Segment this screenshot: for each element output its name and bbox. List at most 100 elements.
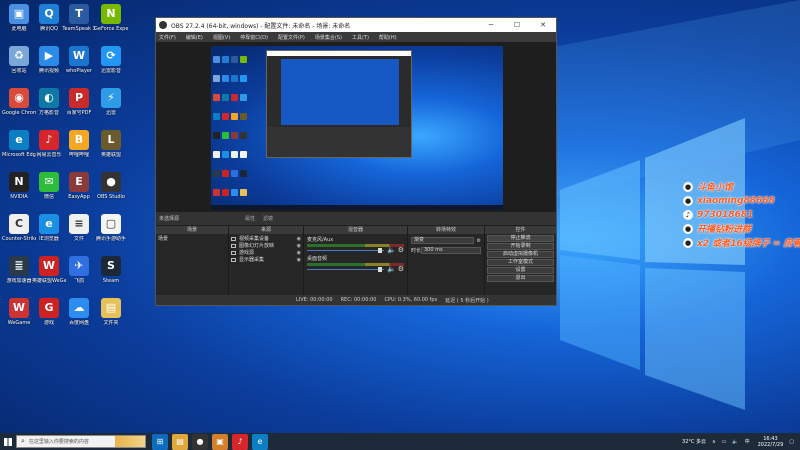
taskbar-game-app[interactable]: ▣ (212, 433, 228, 450)
desktop-icon[interactable]: e Microsoft Edge (2, 128, 36, 172)
eye-icon[interactable]: ◉ (297, 257, 301, 263)
desktop-icon[interactable]: ● OBS Studio (94, 170, 128, 214)
volume-icon[interactable]: 🔈 (732, 439, 738, 445)
taskbar-store-app[interactable]: ⊞ (152, 433, 168, 450)
close-icon[interactable]: ✕ (530, 21, 556, 29)
menu-tools[interactable]: 工具(T) (352, 34, 369, 41)
app-icon: S (101, 256, 121, 276)
scene-item[interactable]: 场景 (158, 235, 226, 242)
transition-select[interactable]: 渐变 (411, 237, 474, 244)
desktop-icon[interactable]: C Counter-Strike (2, 212, 36, 256)
gear-icon[interactable]: ⚙ (398, 246, 404, 254)
desktop-icon[interactable]: ▢ 腾讯手游助手 (94, 212, 128, 256)
obs-preview[interactable] (156, 42, 556, 230)
eye-icon[interactable]: ◉ (297, 250, 301, 256)
app-icon: ≡ (69, 214, 89, 234)
desktop-icon-label: 英雄联盟 (100, 152, 121, 158)
desktop-icon[interactable]: ◉ Google Chrome (2, 86, 36, 130)
desktop-icon[interactable]: G 游戏 (32, 296, 66, 340)
gear-icon[interactable]: ⚙ (398, 265, 404, 273)
obs-window[interactable]: OBS 27.2.4 (64-bit, windows) - 配置文件: 未命名… (155, 17, 557, 306)
taskbar-netease-app[interactable]: ♪ (232, 433, 248, 450)
menu-profile[interactable]: 配置文件(P) (278, 34, 305, 41)
desktop-volume-slider[interactable]: 🔈 ⚙ (307, 265, 404, 273)
source-item[interactable]: 视频采集设备 ◉ (231, 235, 301, 242)
preview-mini-icon (222, 151, 229, 158)
app-icon: G (39, 298, 59, 318)
filters-button[interactable]: 滤镜 (263, 215, 273, 222)
app-icon: L (101, 130, 121, 150)
desktop-icon[interactable]: P 百家号PDF (62, 86, 96, 130)
obs-titlebar[interactable]: OBS 27.2.4 (64-bit, windows) - 配置文件: 未命名… (156, 18, 556, 32)
desktop-icon[interactable]: ⚡ 迅雷 (94, 86, 128, 130)
desktop-icon[interactable]: ▤ 文件夹 (94, 296, 128, 340)
menu-docks[interactable]: 停靠窗口(D) (240, 34, 268, 41)
tray-chevron-icon[interactable]: ∧ (712, 439, 716, 445)
source-item[interactable]: 游戏源 ◉ (231, 249, 301, 256)
exit-button[interactable]: 退出 (487, 275, 554, 282)
taskbar-obs-app[interactable]: ● (192, 433, 208, 450)
stop-streaming-button[interactable]: 停止推流 (487, 235, 554, 242)
speaker-icon[interactable]: 🔈 (387, 265, 396, 273)
preview-mini-icon (240, 94, 247, 101)
notification-icon[interactable]: ▢ (789, 439, 794, 445)
duration-input[interactable]: 300 ms (421, 247, 481, 254)
desktop-icon[interactable]: B 哔哩哔哩 (62, 128, 96, 172)
start-recording-button[interactable]: 开始录制 (487, 243, 554, 250)
preview-mini-icon (213, 113, 220, 120)
desktop-icon-label: NVIDIA (10, 194, 28, 200)
menu-view[interactable]: 视图(V) (213, 34, 230, 41)
mic-volume-slider[interactable]: 🔈 ⚙ (307, 246, 404, 254)
source-item[interactable]: 图像幻灯片放映 ◉ (231, 242, 301, 249)
menu-scene-collection[interactable]: 场景集合(S) (315, 34, 342, 41)
gear-icon[interactable]: ⚙ (477, 238, 481, 244)
speaker-icon[interactable]: 🔈 (387, 246, 396, 254)
desktop-icon-label: 文件 (73, 236, 84, 242)
windows-icon (4, 437, 12, 446)
studio-mode-button[interactable]: 工作室模式 (487, 259, 554, 266)
desktop-icon[interactable]: ✈ 飞鸽 (62, 254, 96, 298)
taskbar-clock[interactable]: 16:43 2022/7/29 (758, 436, 784, 448)
desktop-icon[interactable]: ▣ 此电脑 (2, 2, 36, 46)
menu-help[interactable]: 帮助(H) (379, 34, 397, 41)
desktop-icon[interactable]: E EasyApp (62, 170, 96, 214)
taskbar-edge-app[interactable]: e (252, 433, 268, 450)
desktop-icon[interactable]: ≡ 文件 (62, 212, 96, 256)
desktop-icon[interactable]: N GeForce Experience (94, 2, 128, 46)
desktop-icon[interactable]: ⟳ 迅雷影音 (94, 44, 128, 88)
desktop-icon[interactable]: T TeamSpeak 3 (62, 2, 96, 46)
desktop-icon[interactable]: ✉ 微信 (32, 170, 66, 214)
desktop-icon[interactable]: N NVIDIA (2, 170, 36, 214)
eye-icon[interactable]: ◉ (297, 236, 301, 242)
desktop-icon-label: Counter-Strike (2, 236, 36, 242)
desktop-icon[interactable]: W 英雄联盟WeGame (32, 254, 66, 298)
start-button[interactable] (0, 433, 16, 450)
settings-button[interactable]: 设置 (487, 267, 554, 274)
input-language[interactable]: 中 (745, 438, 750, 445)
eye-icon[interactable]: ◉ (297, 243, 301, 249)
desktop-icon[interactable]: ♪ 网易云音乐 (32, 128, 66, 172)
maximize-icon[interactable]: ☐ (504, 21, 530, 29)
desktop-icon[interactable]: S Steam (94, 254, 128, 298)
desktop-icon[interactable]: e IE浏览器 (32, 212, 66, 256)
desktop-icon[interactable]: L 英雄联盟 (94, 128, 128, 172)
taskbar-folder-app[interactable]: ▤ (172, 433, 188, 450)
source-item[interactable]: 显示器采集 ◉ (231, 256, 301, 263)
desktop-icon[interactable]: ◐ 方格影音 (32, 86, 66, 130)
desktop-icon[interactable]: ☁ 百度网盘 (62, 296, 96, 340)
desktop-icon[interactable]: ≣ 游戏加速器 (2, 254, 36, 298)
minimize-icon[interactable]: ─ (478, 21, 504, 29)
desktop-icon[interactable]: WwhoPlayer (62, 44, 96, 88)
desktop-icon[interactable]: ▶ 腾讯视频 (32, 44, 66, 88)
taskbar-search[interactable]: ⌕ 在这里输入你要搜索的内容 (16, 435, 146, 448)
menu-edit[interactable]: 编辑(E) (186, 34, 203, 41)
app-icon: ✈ (69, 256, 89, 276)
menu-file[interactable]: 文件(F) (159, 34, 176, 41)
desktop-icon[interactable]: Q 腾讯QQ (32, 2, 66, 46)
desktop-icon[interactable]: ♻ 回收站 (2, 44, 36, 88)
virtual-camera-button[interactable]: 启动虚拟摄像机 (487, 251, 554, 258)
network-icon[interactable]: ▭ (722, 439, 727, 445)
desktop-icon[interactable]: W WeGame (2, 296, 36, 340)
properties-button[interactable]: 属性 (245, 215, 255, 222)
weather-status[interactable]: 32°C 多云 (682, 438, 706, 445)
